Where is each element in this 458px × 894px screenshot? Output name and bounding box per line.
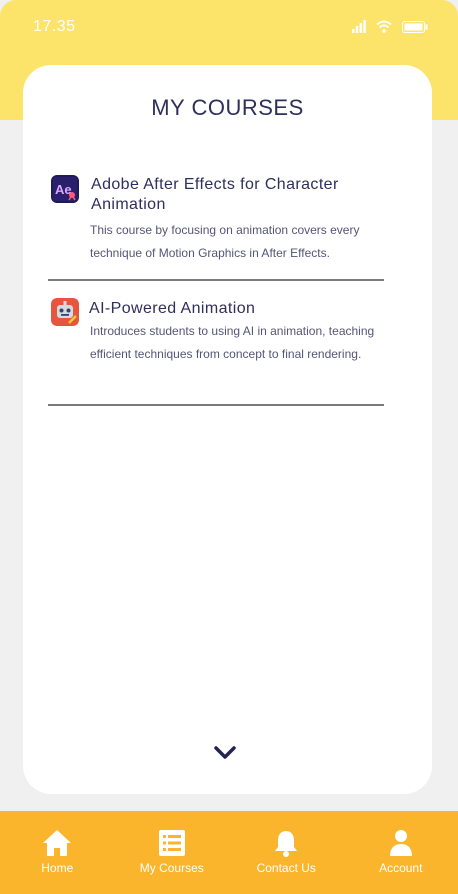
chevron-down-icon[interactable] <box>213 745 237 761</box>
nav-account[interactable]: Account <box>344 811 458 894</box>
course-title: Adobe After Effects for Character Animat… <box>91 176 339 213</box>
bell-icon <box>275 831 298 857</box>
bottom-nav: Home My Courses Contact Us Account <box>0 811 458 894</box>
course-description: This course by focusing on animation cov… <box>90 223 360 260</box>
wifi-icon <box>376 20 392 33</box>
divider <box>48 279 384 281</box>
after-effects-icon: Ae <box>51 175 79 203</box>
nav-home[interactable]: Home <box>0 811 115 894</box>
robot-icon <box>51 298 79 326</box>
course-title: AI-Powered Animation <box>89 300 256 317</box>
nav-contact-us-label: Contact Us <box>256 861 316 875</box>
status-time: 17.35 <box>33 18 76 35</box>
nav-my-courses[interactable]: My Courses <box>115 811 230 894</box>
status-bar-icons <box>352 20 428 33</box>
divider <box>48 404 384 406</box>
course-description: Introduces students to using AI in anima… <box>90 324 375 361</box>
page-title: MY COURSES <box>151 95 304 120</box>
list-icon <box>158 830 185 856</box>
nav-account-label: Account <box>379 861 423 875</box>
nav-my-courses-label: My Courses <box>139 861 204 875</box>
nav-home-label: Home <box>41 861 74 875</box>
home-icon <box>43 830 72 856</box>
person-icon <box>389 830 412 856</box>
courses-card: MY COURSES Ae Adobe After Effects for Ch… <box>23 65 432 794</box>
battery-icon <box>402 20 428 33</box>
signal-icon <box>352 20 366 33</box>
nav-contact-us[interactable]: Contact Us <box>229 811 344 894</box>
